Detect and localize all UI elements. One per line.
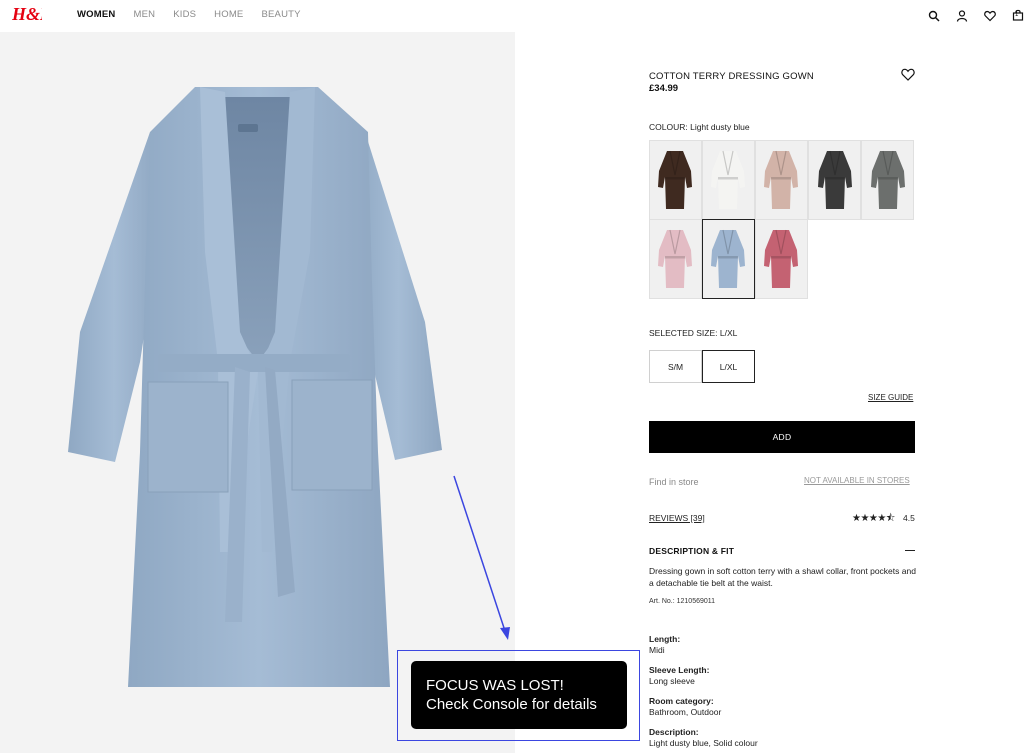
search-icon[interactable]: [928, 9, 944, 25]
size-button-sm[interactable]: S/M: [649, 350, 702, 383]
colour-swatches: [648, 139, 919, 299]
attribute-key: Description:: [649, 727, 699, 737]
robe-thumbnail-icon: [711, 229, 746, 288]
robe-thumbnail-icon: [658, 150, 693, 209]
reviews-link[interactable]: REVIEWS [39]: [649, 513, 705, 523]
attribute-description: Description: Light dusty blue, Solid col…: [649, 727, 758, 749]
attribute-room-category: Room category: Bathroom, Outdoor: [649, 696, 721, 718]
size-guide-link[interactable]: SIZE GUIDE: [868, 393, 913, 402]
product-title: COTTON TERRY DRESSING GOWN: [649, 71, 814, 82]
colour-swatch-white[interactable]: [701, 139, 756, 220]
collapse-icon[interactable]: [905, 550, 915, 551]
account-icon[interactable]: [956, 9, 972, 25]
attribute-key: Sleeve Length:: [649, 665, 710, 675]
selected-size-label: SELECTED SIZE: L/XL: [649, 328, 738, 338]
not-available-in-stores-link[interactable]: NOT AVAILABLE IN STORES: [804, 476, 910, 485]
add-button[interactable]: ADD: [649, 421, 915, 453]
bag-count: 1: [1015, 12, 1019, 18]
attribute-value: Light dusty blue, Solid colour: [649, 738, 758, 748]
nav-men[interactable]: MEN: [133, 9, 155, 20]
product-image[interactable]: [0, 32, 515, 753]
size-selector: S/M L/XL: [649, 350, 755, 383]
attribute-value: Long sleeve: [649, 676, 695, 686]
description-fit-heading[interactable]: DESCRIPTION & FIT: [649, 546, 734, 556]
size-button-lxl[interactable]: L/XL: [702, 350, 755, 383]
focus-lost-detail: Check Console for details: [426, 696, 597, 713]
nav-kids[interactable]: KIDS: [173, 9, 196, 20]
robe-thumbnail-icon: [711, 150, 746, 209]
favourites-icon[interactable]: [984, 9, 1000, 25]
attribute-value: Midi: [649, 645, 665, 655]
robe-thumbnail-icon: [658, 229, 693, 288]
add-to-favourites-icon[interactable]: [901, 68, 916, 83]
colour-swatch-light-pink[interactable]: [648, 219, 703, 299]
attribute-key: Length:: [649, 634, 681, 644]
description-text: Dressing gown in soft cotton terry with …: [649, 566, 916, 588]
robe-thumbnail-icon: [764, 150, 799, 209]
annotation-arrow: [453, 475, 510, 640]
robe-thumbnail-icon: [764, 229, 799, 288]
colour-swatch-light-dusty-blue[interactable]: [701, 219, 756, 299]
colour-swatch-dark-brown[interactable]: [648, 139, 703, 220]
rating-value: 4.5: [903, 513, 915, 523]
focus-lost-title: FOCUS WAS LOST!: [426, 677, 564, 694]
attribute-value: Bathroom, Outdoor: [649, 707, 722, 717]
focus-lost-message: FOCUS WAS LOST! Check Console for detail…: [411, 661, 627, 729]
colour-swatch-dark-grey[interactable]: [860, 139, 915, 220]
attribute-sleeve-length: Sleeve Length: Long sleeve: [649, 665, 709, 687]
svg-text:H&M: H&M: [12, 4, 42, 24]
colour-swatch-red[interactable]: [754, 219, 809, 299]
rating-stars-icon: ★★★★⯪: [852, 513, 895, 524]
hm-logo[interactable]: H&M: [11, 3, 57, 30]
colour-label: COLOUR: Light dusty blue: [649, 122, 750, 132]
product-price: £34.99: [649, 83, 679, 94]
attribute-key: Room category:: [649, 696, 714, 706]
robe-thumbnail-icon: [817, 150, 852, 209]
colour-swatch-black[interactable]: [807, 139, 862, 220]
nav-beauty[interactable]: BEAUTY: [261, 9, 300, 20]
article-number: Art. No.: 1210569011: [649, 598, 716, 605]
site-header: H&M WOMEN MEN KIDS HOME BEAUTY 1: [0, 0, 1024, 32]
main-nav: WOMEN MEN KIDS HOME BEAUTY: [77, 9, 301, 20]
nav-home[interactable]: HOME: [214, 9, 243, 20]
nav-women[interactable]: WOMEN: [77, 9, 115, 20]
find-in-store-label: Find in store: [649, 477, 699, 487]
colour-swatch-beige[interactable]: [754, 139, 809, 220]
robe-thumbnail-icon: [870, 150, 905, 209]
attribute-length: Length: Midi: [649, 634, 680, 656]
